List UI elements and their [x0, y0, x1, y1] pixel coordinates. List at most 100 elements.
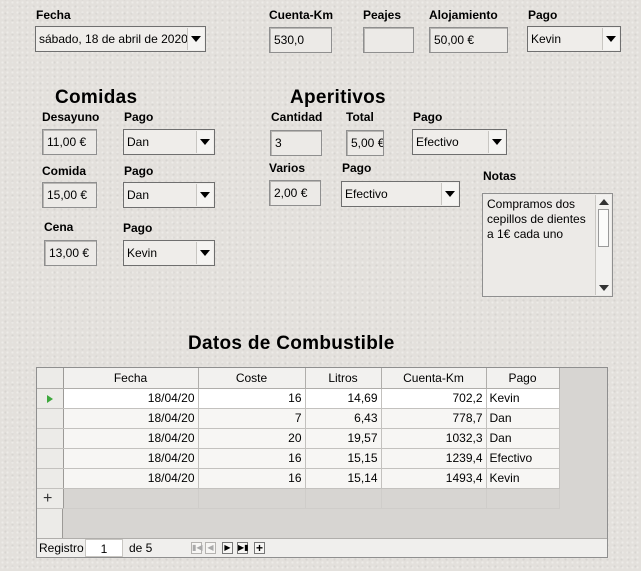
cell-litros[interactable]: 14,69: [305, 388, 382, 409]
cuenta-km-field[interactable]: 530,0: [269, 27, 332, 53]
cell-cuenta-km[interactable]: 1493,4: [381, 468, 487, 489]
cell-coste[interactable]: 16: [198, 468, 306, 489]
cell-litros[interactable]: 15,15: [305, 448, 382, 469]
cell-coste[interactable]: 7: [198, 408, 306, 429]
cell-empty[interactable]: [305, 488, 382, 509]
desayuno-pago-select[interactable]: Dan: [123, 129, 215, 155]
cell-pago[interactable]: Kevin: [486, 388, 560, 409]
new-record-icon[interactable]: +: [254, 542, 265, 554]
cell-fecha[interactable]: 18/04/20: [63, 428, 199, 449]
varios-pago-value: Efectivo: [345, 187, 388, 201]
alojamiento-field[interactable]: 50,00 €: [429, 27, 508, 53]
varios-label: Varios: [269, 161, 306, 175]
row-header[interactable]: [37, 448, 64, 469]
column-header-pago[interactable]: Pago: [486, 368, 560, 389]
fecha-field[interactable]: sábado, 18 de abril de 2020: [35, 26, 206, 52]
cell-pago[interactable]: Kevin: [486, 468, 560, 489]
cell-coste[interactable]: 16: [198, 448, 306, 469]
table-row[interactable]: 18/04/20 16 14,69 702,2 Kevin: [37, 388, 560, 409]
cell-fecha[interactable]: 18/04/20: [63, 388, 199, 409]
varios-field[interactable]: 2,00 €: [269, 180, 321, 206]
cena-value: 13,00 €: [49, 246, 90, 260]
cell-empty[interactable]: [63, 488, 199, 509]
combustible-grid[interactable]: Fecha Coste Litros Cuenta-Km Pago 18/04/…: [36, 367, 608, 558]
grid-corner: [37, 368, 64, 389]
cell-cuenta-km[interactable]: 1239,4: [381, 448, 487, 469]
row-header[interactable]: [37, 388, 64, 409]
last-record-icon[interactable]: ▶▮: [237, 542, 249, 554]
cantidad-label: Cantidad: [271, 110, 323, 124]
cell-fecha[interactable]: 18/04/20: [63, 408, 199, 429]
scroll-down-icon[interactable]: [599, 285, 609, 291]
cena-field[interactable]: 13,00 €: [44, 240, 97, 266]
cell-empty[interactable]: [381, 488, 487, 509]
pago-select[interactable]: Kevin: [527, 26, 621, 52]
table-row[interactable]: 18/04/20 7 6,43 778,7 Dan: [37, 408, 560, 429]
record-number-field[interactable]: 1: [85, 539, 123, 557]
cell-cuenta-km[interactable]: 702,2: [381, 388, 487, 409]
table-row[interactable]: 18/04/20 20 19,57 1032,3 Dan: [37, 428, 560, 449]
total-field[interactable]: 5,00 €: [346, 130, 384, 156]
row-header[interactable]: [37, 408, 64, 429]
chevron-down-icon[interactable]: [196, 184, 213, 206]
row-header[interactable]: +: [37, 488, 64, 509]
grid-header-row: Fecha Coste Litros Cuenta-Km Pago: [37, 368, 560, 389]
cantidad-field[interactable]: 3: [270, 130, 322, 156]
new-row[interactable]: +: [37, 488, 560, 509]
cena-pago-label: Pago: [123, 221, 153, 235]
cena-pago-value: Kevin: [127, 246, 158, 260]
row-header[interactable]: [37, 428, 64, 449]
chevron-down-icon[interactable]: [441, 183, 458, 205]
notas-scrollbar[interactable]: [595, 195, 611, 295]
comida-pago-label: Pago: [124, 164, 154, 178]
aperitivos-pago-label: Pago: [413, 110, 443, 124]
column-header-fecha[interactable]: Fecha: [63, 368, 199, 389]
previous-record-icon[interactable]: ◀: [205, 542, 216, 554]
desayuno-field[interactable]: 11,00 €: [42, 129, 97, 155]
cell-empty[interactable]: [486, 488, 560, 509]
chevron-down-icon[interactable]: [488, 131, 505, 153]
current-row-icon: [47, 394, 53, 403]
column-header-litros[interactable]: Litros: [305, 368, 382, 389]
cell-pago[interactable]: Efectivo: [486, 448, 560, 469]
chevron-down-icon[interactable]: [187, 28, 204, 50]
cell-pago[interactable]: Dan: [486, 428, 560, 449]
cell-litros[interactable]: 19,57: [305, 428, 382, 449]
desayuno-pago-label: Pago: [124, 110, 154, 124]
scroll-thumb[interactable]: [598, 209, 609, 247]
cantidad-value: 3: [275, 136, 282, 150]
cell-litros[interactable]: 6,43: [305, 408, 382, 429]
cell-fecha[interactable]: 18/04/20: [63, 468, 199, 489]
cell-fecha[interactable]: 18/04/20: [63, 448, 199, 469]
varios-pago-label: Pago: [342, 161, 372, 175]
table-row[interactable]: 18/04/20 16 15,14 1493,4 Kevin: [37, 468, 560, 489]
cell-coste[interactable]: 16: [198, 388, 306, 409]
cell-pago[interactable]: Dan: [486, 408, 560, 429]
chevron-down-icon[interactable]: [196, 242, 213, 264]
column-header-cuenta-km[interactable]: Cuenta-Km: [381, 368, 487, 389]
row-header[interactable]: [37, 468, 64, 489]
cell-litros[interactable]: 15,14: [305, 468, 382, 489]
alojamiento-label: Alojamiento: [429, 8, 498, 22]
comida-pago-select[interactable]: Dan: [123, 182, 215, 208]
comida-pago-value: Dan: [127, 188, 150, 202]
cell-cuenta-km[interactable]: 778,7: [381, 408, 487, 429]
desayuno-label: Desayuno: [42, 110, 100, 124]
varios-pago-select[interactable]: Efectivo: [341, 181, 460, 207]
column-header-coste[interactable]: Coste: [198, 368, 306, 389]
next-record-icon[interactable]: ▶: [222, 542, 233, 554]
chevron-down-icon[interactable]: [196, 131, 213, 153]
aperitivos-pago-select[interactable]: Efectivo: [412, 129, 507, 155]
peajes-field[interactable]: [363, 27, 414, 53]
cell-coste[interactable]: 20: [198, 428, 306, 449]
notas-textarea[interactable]: Compramos dos cepillos de dientes a 1€ c…: [482, 193, 613, 297]
table-row[interactable]: 18/04/20 16 15,15 1239,4 Efectivo: [37, 448, 560, 469]
comida-field[interactable]: 15,00 €: [42, 182, 97, 208]
cena-pago-select[interactable]: Kevin: [123, 240, 215, 266]
first-record-icon[interactable]: ▮◀: [191, 542, 203, 554]
cell-empty[interactable]: [198, 488, 306, 509]
chevron-down-icon[interactable]: [602, 28, 619, 50]
scroll-up-icon[interactable]: [599, 199, 609, 205]
row-header-filler: [37, 509, 63, 539]
cell-cuenta-km[interactable]: 1032,3: [381, 428, 487, 449]
